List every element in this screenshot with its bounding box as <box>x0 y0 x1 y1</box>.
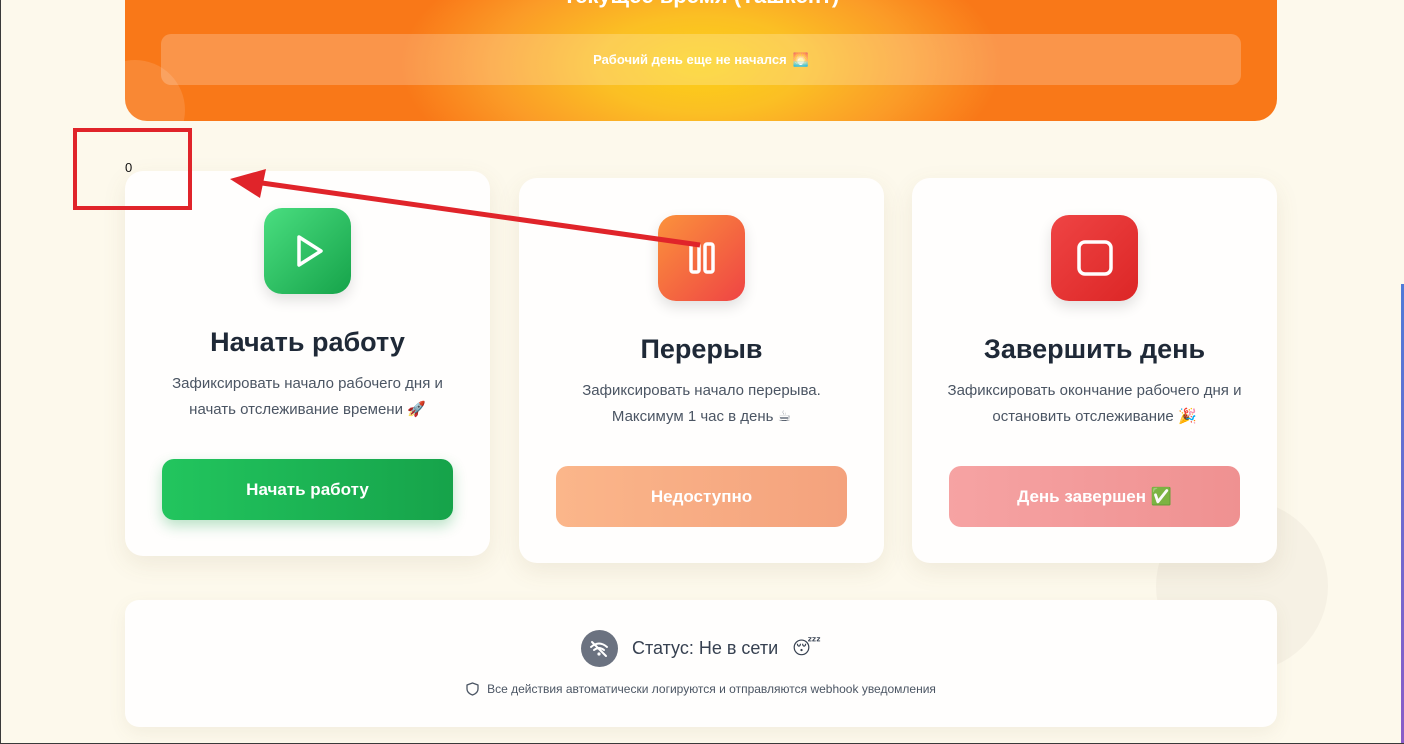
connection-status: Статус: Не в сети 😴 <box>125 630 1277 667</box>
workday-status-bar: Рабочий день еще не начался 🌅 <box>161 34 1241 85</box>
connection-status-text: Статус: Не в сети <box>631 638 779 658</box>
annotation-highlight-box <box>73 128 192 210</box>
start-work-card: Начать работу Зафиксировать начало рабоч… <box>125 171 490 556</box>
shield-icon <box>466 682 479 696</box>
end-icon-tile <box>1051 215 1138 301</box>
status-panel: Статус: Не в сети 😴 Все действия автомат… <box>125 600 1277 727</box>
stop-icon <box>1076 240 1113 276</box>
start-work-button[interactable]: Начать работу <box>162 459 453 520</box>
break-card-title: Перерыв <box>640 334 763 364</box>
logging-note: Все действия автоматически логируются и … <box>125 682 1277 696</box>
time-hero-banner: Текущее время (Ташкент) Рабочий день еще… <box>125 0 1277 121</box>
break-card-description: Зафиксировать начало перерыва. Максимум … <box>582 382 821 425</box>
logging-note-text: Все действия автоматически логируются и … <box>487 682 936 696</box>
break-button[interactable]: Недоступно <box>556 466 847 527</box>
end-day-button[interactable]: День завершен ✅ <box>949 466 1240 527</box>
break-icon-tile <box>658 215 745 301</box>
start-card-description: Зафиксировать начало рабочего дня и нача… <box>172 375 443 418</box>
play-icon <box>296 235 323 267</box>
start-icon-tile <box>264 208 351 294</box>
workday-status-text: Рабочий день еще не начался <box>593 52 787 67</box>
hero-title: Текущее время (Ташкент) <box>125 0 1277 8</box>
wifi-off-icon <box>580 630 618 667</box>
sleeping-emoji: 😴 <box>792 638 822 658</box>
annotation-value: 0 <box>125 160 133 175</box>
sunrise-emoji: 🌅 <box>792 51 809 67</box>
start-card-title: Начать работу <box>210 327 405 357</box>
end-day-card: Завершить день Зафиксировать окончание р… <box>912 178 1277 563</box>
pause-icon <box>688 242 715 274</box>
end-card-description: Зафиксировать окончание рабочего дня и о… <box>947 382 1242 425</box>
end-card-title: Завершить день <box>983 334 1206 364</box>
break-card: Перерыв Зафиксировать начало перерыва. М… <box>519 178 884 563</box>
